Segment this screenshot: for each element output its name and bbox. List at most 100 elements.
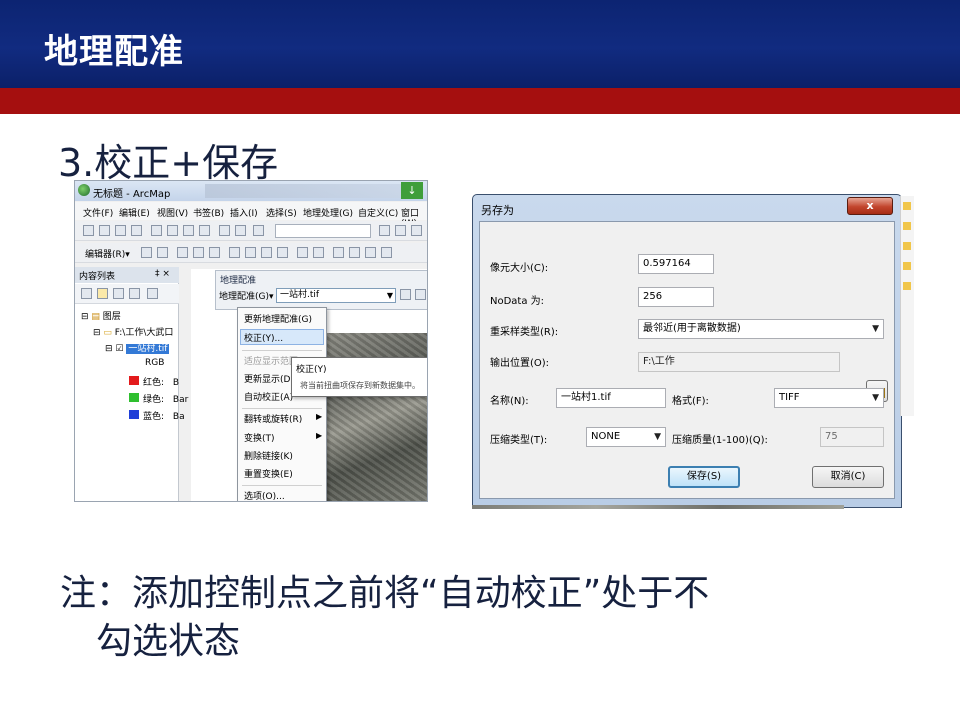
menu-fit-to-display[interactable]: 适应显示范围 xyxy=(244,354,298,367)
menu-separator xyxy=(242,485,322,486)
toc-pin-close-icon[interactable]: ‡ × xyxy=(155,269,170,279)
toc-raster-row[interactable]: ⊟ ☑ 一站村.tif xyxy=(105,341,170,354)
menu-flip-rotate[interactable]: 翻转或旋转(R) xyxy=(244,412,302,425)
menu-edit[interactable]: 编辑(E) xyxy=(119,206,150,219)
menu-auto-adjust[interactable]: 自动校正(A) xyxy=(244,390,293,403)
menu-transformation[interactable]: 变换(T) xyxy=(244,431,275,444)
list-by-selection-icon[interactable] xyxy=(129,288,140,299)
compression-type-value: NONE xyxy=(591,431,621,442)
blue-band-row: 蓝色: Ba xyxy=(143,409,185,422)
georef-menu-button[interactable]: 地理配准(G)▾ xyxy=(219,289,274,302)
collapse-icon[interactable]: ⊟ xyxy=(105,344,115,354)
arcmap-menubar: 文件(F) 编辑(E) 视图(V) 书签(B) 插入(I) 选择(S) 地理处理… xyxy=(75,202,427,229)
reshape-icon[interactable] xyxy=(245,247,256,258)
folder-icon xyxy=(903,262,911,270)
zoom-in-icon[interactable] xyxy=(333,247,344,258)
collapse-icon[interactable]: ⊟ xyxy=(81,312,91,322)
scale-combo[interactable] xyxy=(275,224,371,238)
georeferencing-toolbar: 地理配准 地理配准(G)▾ 一站村.tif ▼ xyxy=(215,270,427,310)
save-icon[interactable] xyxy=(115,225,126,236)
georef-toolbar-title: 地理配准 xyxy=(220,276,257,286)
nodata-input[interactable]: 256 xyxy=(638,287,714,307)
compression-quality-input[interactable]: 75 xyxy=(820,427,884,447)
point-icon[interactable] xyxy=(209,247,220,258)
chevron-down-icon: ▼ xyxy=(872,324,879,334)
open-icon[interactable] xyxy=(99,225,110,236)
rgb-label: RGB xyxy=(145,358,165,368)
toc-folder-row[interactable]: ⊟ ▭ F:\工作\大武口 xyxy=(93,325,173,338)
menu-select[interactable]: 选择(S) xyxy=(266,206,297,219)
georef-layer-combo[interactable]: 一站村.tif ▼ xyxy=(276,288,396,303)
menu-customize[interactable]: 自定义(C) xyxy=(358,206,398,219)
toc-layers-row[interactable]: ⊟ ▤ 图层 xyxy=(81,309,121,322)
add-data-icon[interactable] xyxy=(253,225,264,236)
edit-tool-icon[interactable] xyxy=(141,247,152,258)
editor-menu[interactable]: 编辑器(R)▾ xyxy=(85,247,130,260)
trace-icon[interactable] xyxy=(193,247,204,258)
split-icon[interactable] xyxy=(277,247,288,258)
print-icon[interactable] xyxy=(131,225,142,236)
menu-geoprocessing[interactable]: 地理处理(G) xyxy=(303,206,353,219)
undo-icon[interactable] xyxy=(219,225,230,236)
copy-icon[interactable] xyxy=(167,225,178,236)
list-by-source-icon[interactable] xyxy=(97,288,108,299)
menu-bookmarks[interactable]: 书签(B) xyxy=(193,206,224,219)
pan-icon[interactable] xyxy=(365,247,376,258)
menu-view[interactable]: 视图(V) xyxy=(157,206,188,219)
menu-file[interactable]: 文件(F) xyxy=(83,206,113,219)
background-window-edge xyxy=(900,196,914,416)
menu-delete-links[interactable]: 删除链接(K) xyxy=(244,449,293,462)
save-button[interactable]: 保存(S) xyxy=(668,466,740,488)
zoom-out-icon[interactable] xyxy=(349,247,360,258)
editor-toolbar: 编辑器(R)▾ xyxy=(75,243,427,263)
blue-swatch xyxy=(129,410,139,419)
add-control-points-icon[interactable] xyxy=(400,289,411,300)
menu-rectify[interactable]: 校正(Y)... xyxy=(244,331,283,344)
catalog-icon[interactable] xyxy=(411,225,422,236)
straight-segment-icon[interactable] xyxy=(177,247,188,258)
slide-subtitle: 3.校正+保存 xyxy=(58,141,279,185)
resample-select[interactable]: 最邻近(用于离散数据) ▼ xyxy=(638,319,884,339)
menu-update-display[interactable]: 更新显示(D) xyxy=(244,372,294,385)
arcmap-screenshot: 无标题 - ArcMap ↓ 文件(F) 编辑(E) 视图(V) 书签(B) 插… xyxy=(74,180,428,502)
layer-checkbox[interactable]: ☑ xyxy=(115,344,126,354)
green-band-row: 绿色: Bar xyxy=(143,392,188,405)
download-arrow-icon[interactable]: ↓ xyxy=(401,182,423,199)
cancel-button[interactable]: 取消(C) xyxy=(812,466,884,488)
cell-size-input[interactable]: 0.597164 xyxy=(638,254,714,274)
toc-toolbar xyxy=(75,284,179,304)
close-button[interactable]: x xyxy=(847,197,893,215)
toc-header: 内容列表 ‡ × xyxy=(75,267,179,283)
edit-annotation-icon[interactable] xyxy=(157,247,168,258)
menu-options[interactable]: 选项(O)... xyxy=(244,489,285,501)
output-location-input[interactable]: F:\工作 xyxy=(638,352,840,372)
cut-polygon-icon[interactable] xyxy=(261,247,272,258)
toc-icon[interactable] xyxy=(395,225,406,236)
output-location-label: 输出位置(O): xyxy=(490,358,550,369)
paste-icon[interactable] xyxy=(183,225,194,236)
full-extent-icon[interactable] xyxy=(381,247,392,258)
arcmap-window-title: 无标题 - ArcMap xyxy=(93,189,171,200)
view-link-table-icon[interactable] xyxy=(415,289,426,300)
delete-icon[interactable] xyxy=(199,225,210,236)
sketch-properties-icon[interactable] xyxy=(313,247,324,258)
format-select[interactable]: TIFF ▼ xyxy=(774,388,884,408)
list-by-visibility-icon[interactable] xyxy=(113,288,124,299)
compression-type-select[interactable]: NONE ▼ xyxy=(586,427,666,447)
menu-insert[interactable]: 插入(I) xyxy=(230,206,258,219)
toc-options-icon[interactable] xyxy=(147,288,158,299)
raster-layer-name[interactable]: 一站村.tif xyxy=(126,344,170,354)
editor-toolbar-icon[interactable] xyxy=(379,225,390,236)
menu-reset-transformation[interactable]: 重置变换(E) xyxy=(244,467,293,480)
name-input[interactable]: 一站村1.tif xyxy=(556,388,666,408)
cell-size-label: 像元大小(C): xyxy=(490,263,549,274)
redo-icon[interactable] xyxy=(235,225,246,236)
new-icon[interactable] xyxy=(83,225,94,236)
cut-icon[interactable] xyxy=(151,225,162,236)
attributes-icon[interactable] xyxy=(297,247,308,258)
edit-vertices-icon[interactable] xyxy=(229,247,240,258)
collapse-icon[interactable]: ⊟ xyxy=(93,328,103,338)
layers-icon: ▤ xyxy=(91,312,100,322)
menu-update-georeferencing[interactable]: 更新地理配准(G) xyxy=(244,312,312,325)
list-by-drawing-order-icon[interactable] xyxy=(81,288,92,299)
